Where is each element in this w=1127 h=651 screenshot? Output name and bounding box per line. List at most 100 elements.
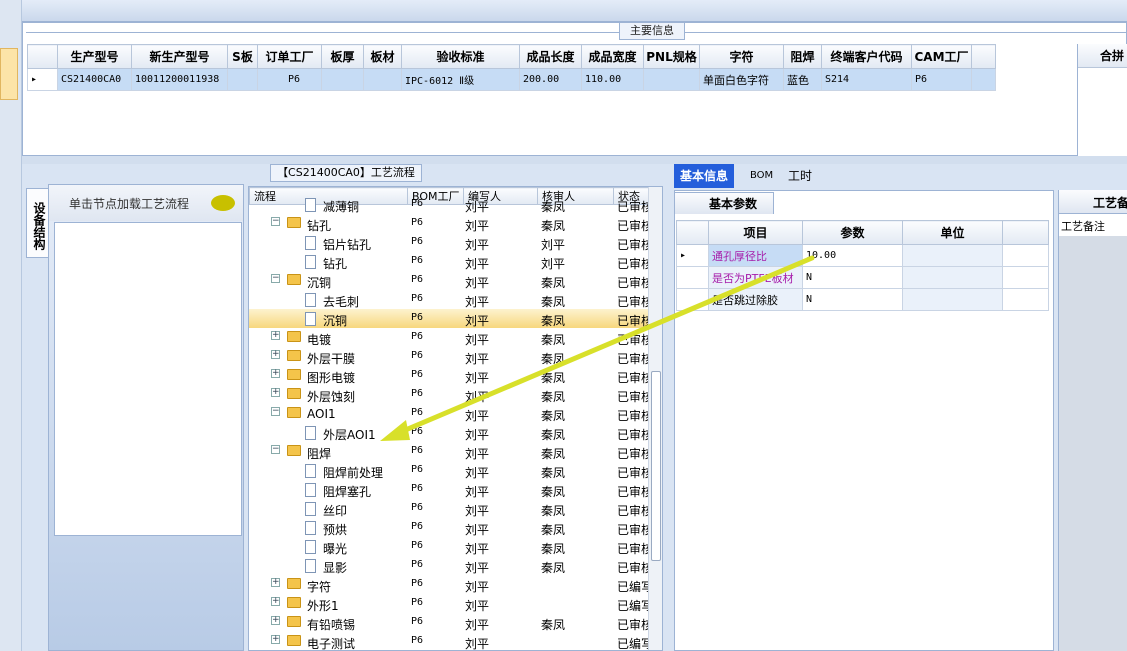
- tree-row[interactable]: 外层AOI1 P6 刘平 秦凤 已审核: [249, 423, 653, 442]
- param-value[interactable]: N: [802, 266, 903, 289]
- table-row[interactable]: 是否为PTFE板材 N: [676, 266, 1049, 289]
- tree-row[interactable]: 沉铜 P6 刘平 秦凤 已审核: [249, 309, 653, 328]
- col-header-value[interactable]: 参数: [802, 220, 903, 245]
- col-header[interactable]: 成品宽度: [581, 44, 644, 69]
- tree-row[interactable]: + 有铅喷锡 P6 刘平 秦凤 已审核: [249, 613, 653, 632]
- tree-row[interactable]: − AOI1 P6 刘平 秦凤 已审核: [249, 404, 653, 423]
- tree-row[interactable]: + 电镀 P6 刘平 秦凤 已审核: [249, 328, 653, 347]
- equipment-tree-area[interactable]: [54, 222, 242, 536]
- checker: 秦凤: [541, 618, 566, 632]
- tree-scrollbar[interactable]: [648, 187, 662, 650]
- col-header-unit[interactable]: 单位: [902, 220, 1003, 245]
- tree-row[interactable]: 铝片钻孔 P6 刘平 刘平 已审核: [249, 233, 653, 252]
- node-label: 字符: [307, 580, 332, 594]
- tab-hours[interactable]: 工时: [782, 164, 818, 188]
- col-header[interactable]: 字符: [699, 44, 784, 69]
- param-value[interactable]: 10.00: [802, 244, 903, 267]
- cell[interactable]: 110.00: [581, 68, 644, 91]
- expand-icon[interactable]: +: [271, 597, 280, 606]
- col-header[interactable]: 阻焊: [783, 44, 822, 69]
- bom-factory: P6: [411, 198, 424, 209]
- cell[interactable]: [363, 68, 402, 91]
- equipment-structure-tab[interactable]: 设备结构: [26, 188, 48, 258]
- tree-row[interactable]: − 沉铜 P6 刘平 秦凤 已审核: [249, 271, 653, 290]
- cell[interactable]: P6: [911, 68, 972, 91]
- col-header[interactable]: S板: [227, 44, 258, 69]
- node-label: 外形1: [307, 599, 339, 613]
- document-icon: [305, 559, 316, 573]
- tree-row[interactable]: 钻孔 P6 刘平 刘平 已审核: [249, 252, 653, 271]
- col-header[interactable]: PNL规格: [643, 44, 700, 69]
- cell[interactable]: S214: [821, 68, 912, 91]
- cell[interactable]: [321, 68, 364, 91]
- folder-icon: [287, 616, 301, 627]
- col-header[interactable]: 成品长度: [519, 44, 582, 69]
- expand-icon[interactable]: +: [271, 331, 280, 340]
- tab-basic-info[interactable]: 基本信息: [674, 164, 735, 188]
- cell[interactable]: IPC-6012 Ⅱ级: [401, 68, 520, 91]
- col-header[interactable]: CAM工厂: [911, 44, 972, 69]
- table-row[interactable]: 是否跳过除胶 N: [676, 288, 1049, 311]
- col-header[interactable]: 板厚: [321, 44, 364, 69]
- cell[interactable]: 蓝色: [783, 68, 822, 91]
- collapsed-tab[interactable]: [0, 48, 18, 100]
- tree-row[interactable]: + 外形1 P6 刘平 已编写: [249, 594, 653, 613]
- collapse-icon[interactable]: −: [271, 407, 280, 416]
- expand-icon[interactable]: +: [271, 635, 280, 644]
- process-flow-title: 【CS21400CA0】工艺流程: [270, 164, 422, 182]
- tree-row[interactable]: + 外层干膜 P6 刘平 秦凤 已审核: [249, 347, 653, 366]
- col-header-item[interactable]: 项目: [708, 220, 803, 245]
- checker: 刘平: [541, 257, 566, 271]
- bom-factory: P6: [411, 388, 424, 399]
- checker: 刘平: [541, 238, 566, 252]
- tab-bom[interactable]: BOM: [744, 164, 779, 188]
- process-flow-tree[interactable]: 流程 BOM工厂 编写人 核审人 状态 减薄铜 P6 刘平 秦凤 已审核 − 钻孔 P6 刘平秦…: [248, 186, 663, 651]
- tree-row[interactable]: 减薄铜 P6 刘平 秦凤 已审核: [249, 195, 653, 214]
- tree-row[interactable]: 曝光 P6 刘平 秦凤 已审核: [249, 537, 653, 556]
- col-header[interactable]: 板材: [363, 44, 402, 69]
- writer: 刘平: [465, 599, 490, 613]
- tree-row[interactable]: − 钻孔 P6 刘平 秦凤 已审核: [249, 214, 653, 233]
- tree-row[interactable]: + 外层蚀刻 P6 刘平 秦凤 已审核: [249, 385, 653, 404]
- col-header[interactable]: 订单工厂: [257, 44, 322, 69]
- expand-icon[interactable]: +: [271, 578, 280, 587]
- cell[interactable]: 200.00: [519, 68, 582, 91]
- horizontal-splitter[interactable]: [22, 156, 1127, 164]
- tree-row[interactable]: 阻焊前处理 P6 刘平 秦凤 已审核: [249, 461, 653, 480]
- node-label: 铝片钻孔: [323, 238, 372, 252]
- tree-row[interactable]: 显影 P6 刘平 秦凤 已审核: [249, 556, 653, 575]
- tree-row[interactable]: + 图形电镀 P6 刘平 秦凤 已审核: [249, 366, 653, 385]
- col-header[interactable]: 新生产型号: [131, 44, 228, 69]
- cell[interactable]: [227, 68, 258, 91]
- table-row[interactable]: ▸ CS21400CA0 10011200011938 P6 IPC-6012 …: [27, 68, 996, 91]
- tree-row[interactable]: 丝印 P6 刘平 秦凤 已审核: [249, 499, 653, 518]
- cell[interactable]: 单面白色字符: [699, 68, 784, 91]
- tab-basic-params[interactable]: 基本参数: [674, 192, 774, 214]
- expand-icon[interactable]: +: [271, 616, 280, 625]
- collapse-icon[interactable]: −: [271, 217, 280, 226]
- document-icon: [305, 293, 316, 307]
- collapse-icon[interactable]: −: [271, 274, 280, 283]
- writer: 刘平: [465, 333, 490, 347]
- expand-icon[interactable]: +: [271, 369, 280, 378]
- cell[interactable]: P6: [257, 68, 322, 91]
- col-header[interactable]: 生产型号: [57, 44, 132, 69]
- tree-row[interactable]: 去毛刺 P6 刘平 秦凤 已审核: [249, 290, 653, 309]
- tree-row[interactable]: − 阻焊 P6 刘平 秦凤 已审核: [249, 442, 653, 461]
- tree-row[interactable]: 阻焊塞孔 P6 刘平 秦凤 已审核: [249, 480, 653, 499]
- checker: 秦凤: [541, 428, 566, 442]
- col-header[interactable]: 验收标准: [401, 44, 520, 69]
- expand-icon[interactable]: +: [271, 388, 280, 397]
- table-row[interactable]: ▸ 通孔厚径比 10.00: [676, 244, 1049, 267]
- tree-row[interactable]: 预烘 P6 刘平 秦凤 已审核: [249, 518, 653, 537]
- tree-row[interactable]: + 电子测试 P6 刘平 已编写: [249, 632, 653, 650]
- col-header[interactable]: 终端客户代码: [821, 44, 912, 69]
- cell[interactable]: [643, 68, 700, 91]
- cell[interactable]: CS21400CA0: [57, 68, 132, 91]
- collapse-icon[interactable]: −: [271, 445, 280, 454]
- scroll-thumb[interactable]: [651, 371, 661, 561]
- expand-icon[interactable]: +: [271, 350, 280, 359]
- tree-row[interactable]: + 字符 P6 刘平 已编写: [249, 575, 653, 594]
- cell[interactable]: 10011200011938: [131, 68, 228, 91]
- param-value[interactable]: N: [802, 288, 903, 311]
